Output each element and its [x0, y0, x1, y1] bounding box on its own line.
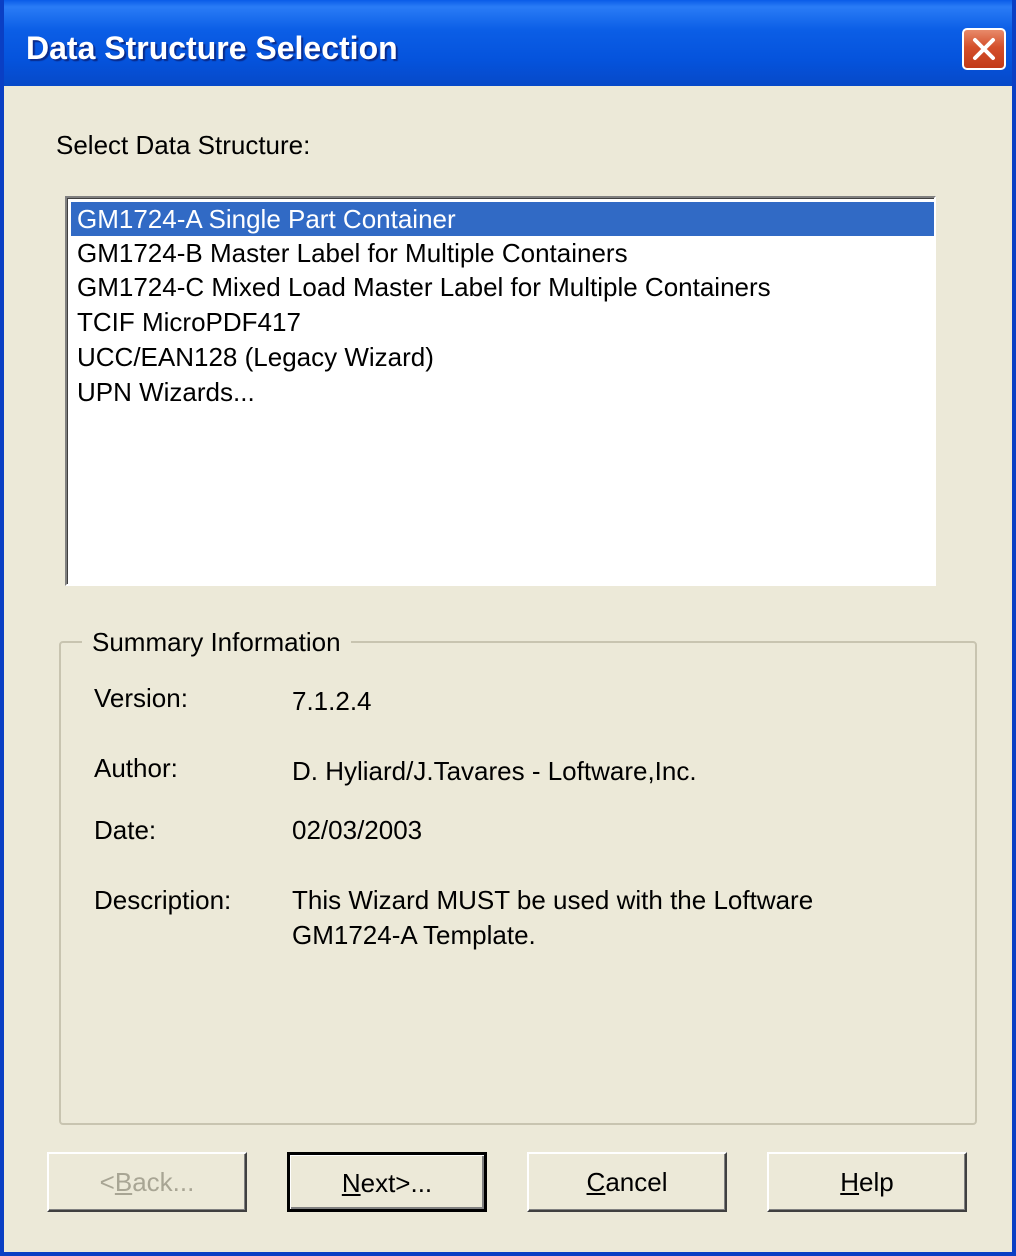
back-button[interactable]: <Back...: [47, 1152, 247, 1212]
description-label: Description:: [94, 885, 232, 915]
summary-information-group: [59, 641, 977, 1125]
list-item-gm1724-c[interactable]: GM1724-C Mixed Load Master Label for Mul…: [71, 270, 934, 304]
title-bar[interactable]: Data Structure Selection: [4, 0, 1012, 86]
next-button[interactable]: Next>...: [287, 1152, 487, 1212]
date-value: 02/03/2003: [292, 815, 423, 845]
close-button[interactable]: [962, 28, 1006, 70]
cancel-button-label: ancel: [605, 1167, 668, 1197]
select-data-structure-label: Select Data Structure:: [56, 130, 311, 160]
list-item-upn-wizards[interactable]: UPN Wizards...: [71, 375, 934, 409]
version-value: 7.1.2.4: [292, 686, 372, 716]
next-button-label: ext>...: [360, 1168, 433, 1198]
author-label: Author:: [94, 753, 178, 783]
help-button[interactable]: Help: [767, 1152, 967, 1212]
help-button-mnemonic: H: [840, 1167, 860, 1197]
list-item-tcif[interactable]: TCIF MicroPDF417: [71, 305, 934, 339]
data-structure-listbox[interactable]: GM1724-A Single Part Container GM1724-B …: [65, 196, 936, 586]
back-button-prefix: <: [99, 1167, 115, 1197]
back-button-mnemonic: B: [114, 1167, 133, 1197]
summary-information-title: Summary Information: [82, 627, 351, 658]
list-item-gm1724-b[interactable]: GM1724-B Master Label for Multiple Conta…: [71, 236, 934, 270]
description-value-line2: GM1724-A Template.: [292, 920, 536, 950]
author-value: D. Hyliard/J.Tavares - Loftware,Inc.: [292, 756, 697, 786]
list-item-gm1724-a[interactable]: GM1724-A Single Part Container: [71, 202, 934, 236]
dialog-window: Data Structure Selection Select Data Str…: [0, 0, 1016, 1256]
back-button-label: ack...: [132, 1167, 195, 1197]
date-label: Date:: [94, 815, 157, 845]
next-button-mnemonic: N: [341, 1168, 361, 1198]
cancel-button-mnemonic: C: [586, 1167, 606, 1197]
cancel-button[interactable]: Cancel: [527, 1152, 727, 1212]
list-item-ucc-ean128[interactable]: UCC/EAN128 (Legacy Wizard): [71, 340, 934, 374]
description-value-line1: This Wizard MUST be used with the Loftwa…: [292, 885, 814, 915]
help-button-label: elp: [859, 1167, 894, 1197]
close-x-icon: [973, 38, 995, 60]
window-title: Data Structure Selection: [26, 30, 398, 66]
version-label: Version:: [94, 683, 188, 713]
